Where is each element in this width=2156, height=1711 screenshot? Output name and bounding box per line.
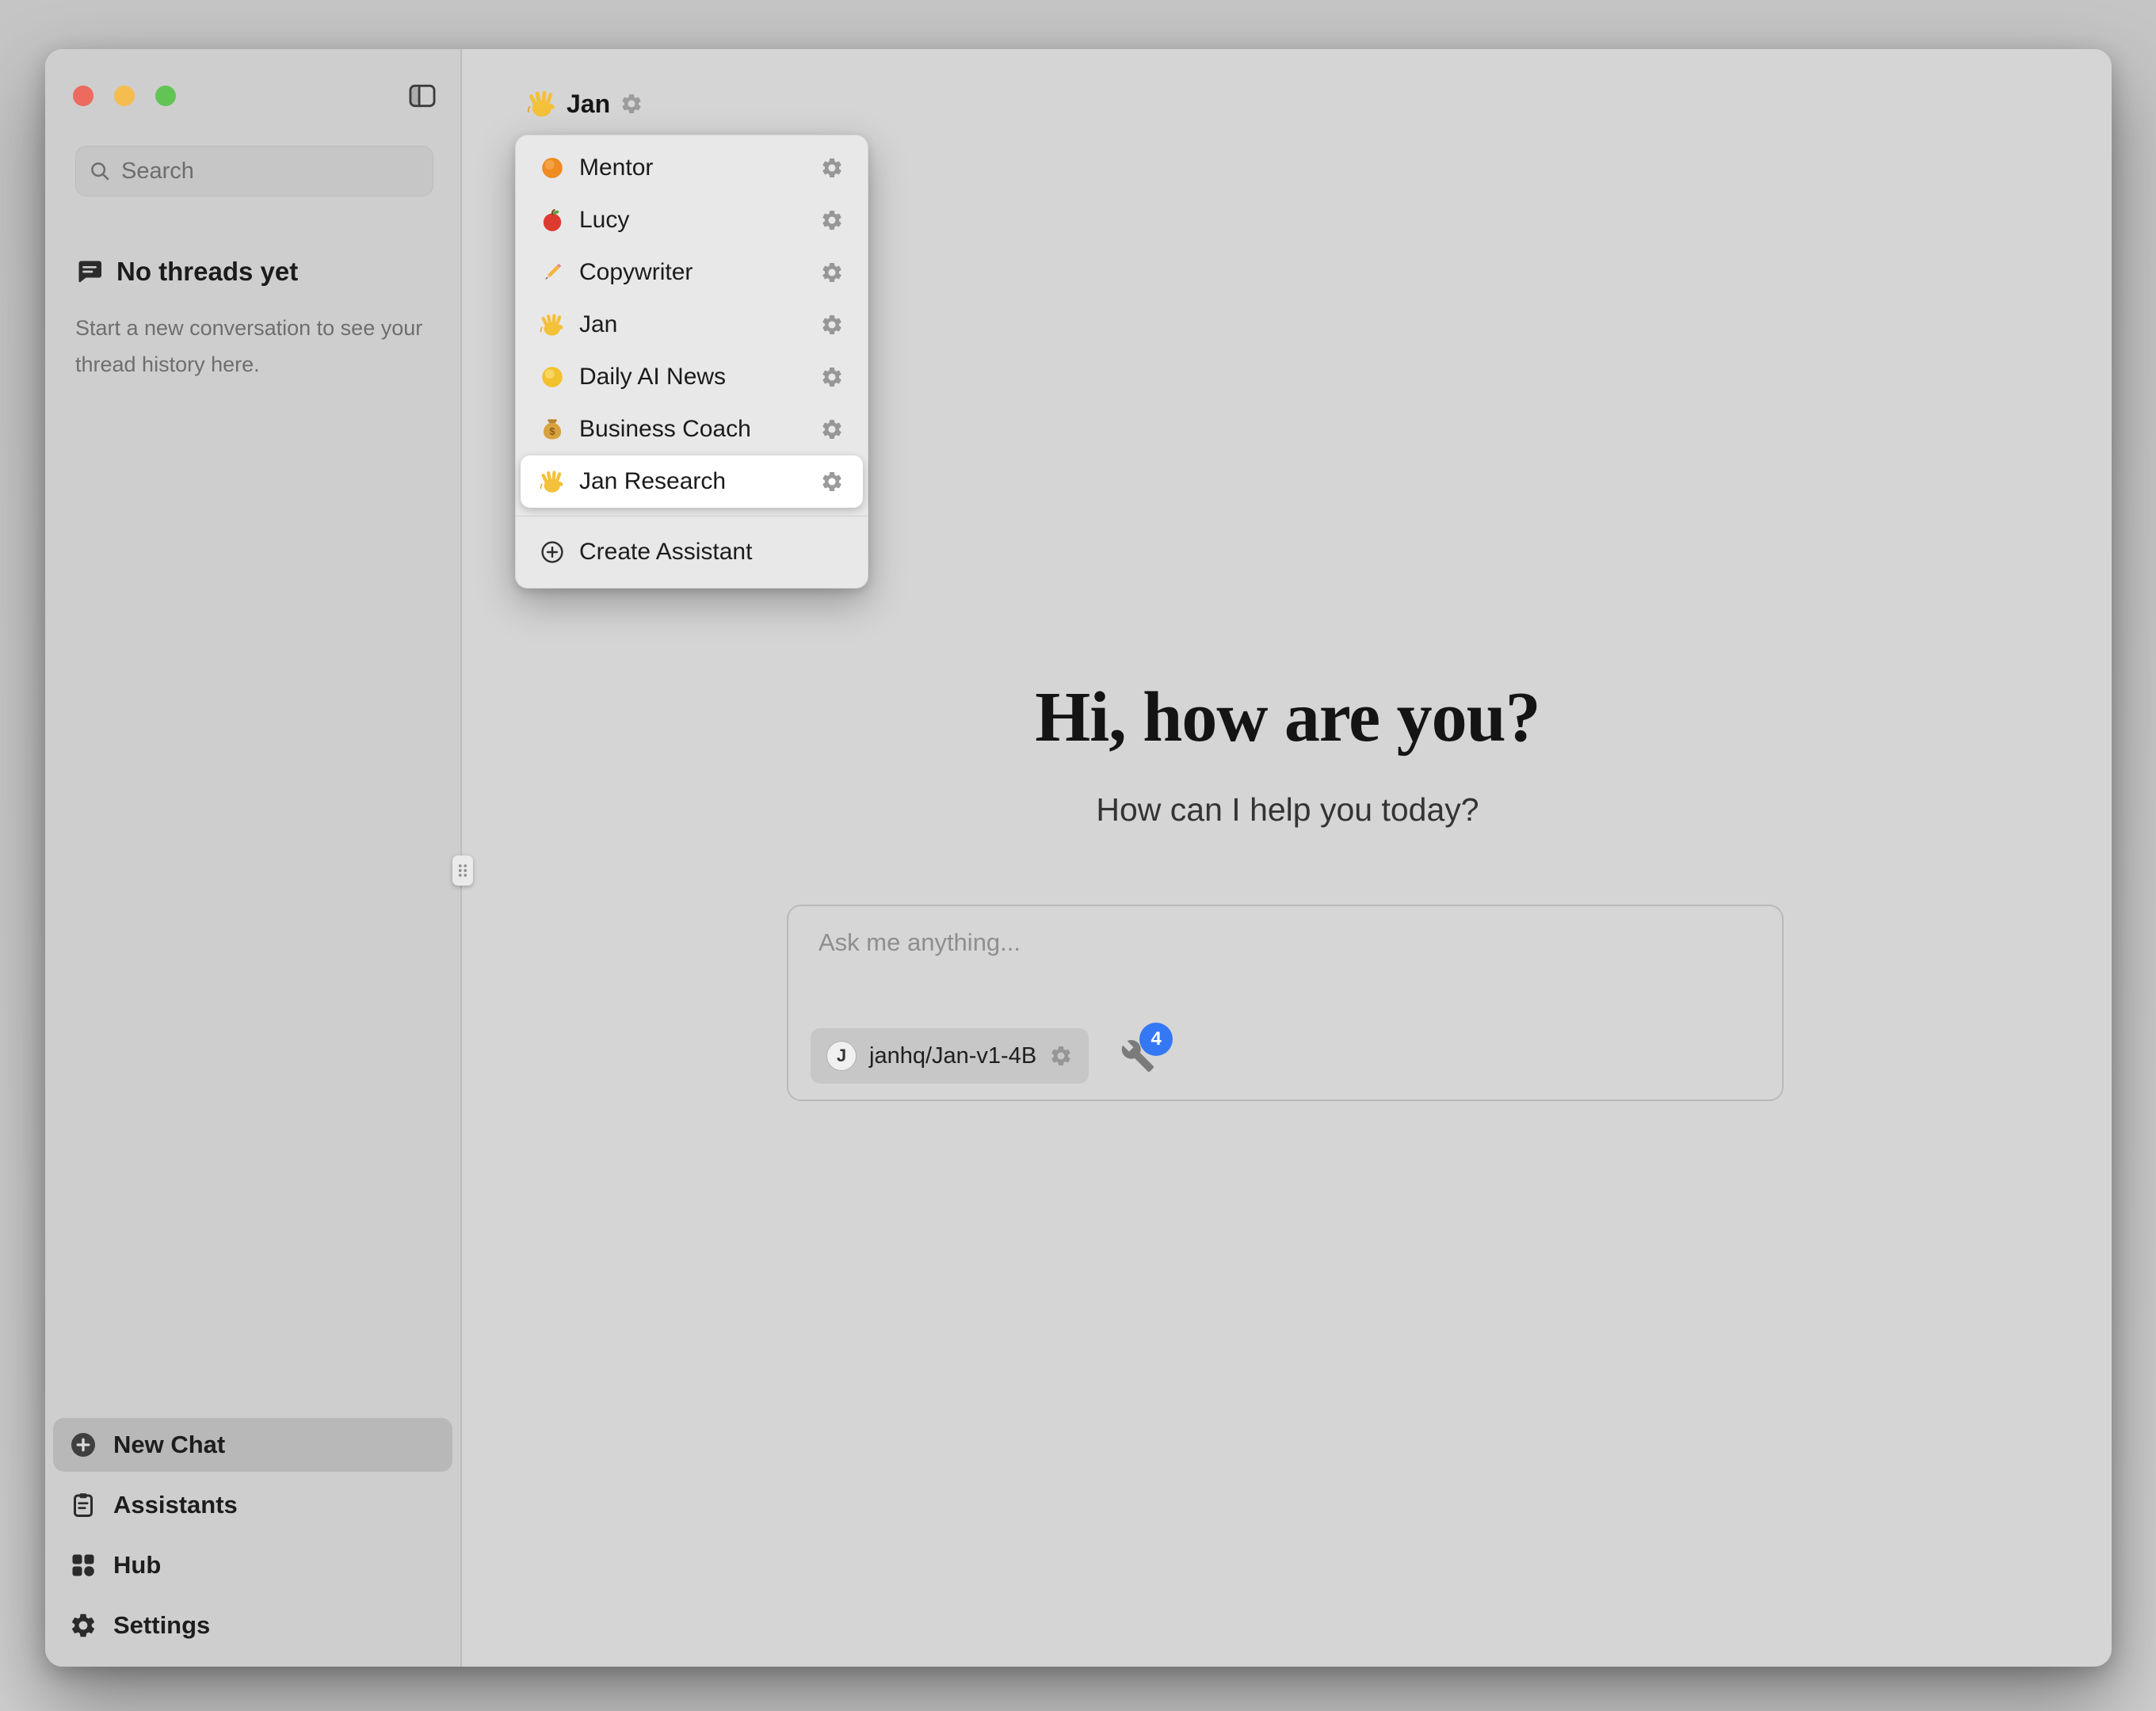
assistant-menu: Mentor Lucy Copywriter Jan Daily AI News $ Bus… [515, 135, 868, 589]
wave-hand-icon [527, 89, 557, 119]
assistant-menu-item[interactable]: Daily AI News [521, 351, 863, 403]
sidebar-resize-handle[interactable] [452, 856, 473, 886]
traffic-lights [73, 86, 176, 106]
gear-icon[interactable] [820, 470, 844, 493]
sidebar-item-new-chat[interactable]: New Chat [53, 1418, 452, 1472]
assistant-menu-item-label: Business Coach [579, 416, 806, 443]
model-selector[interactable]: J janhq/Jan-v1-4B [811, 1028, 1089, 1084]
sidebar-item-assistants[interactable]: Assistants [53, 1478, 452, 1532]
assistant-selector[interactable]: Jan [519, 81, 651, 127]
assistant-menu-item-label: Mentor [579, 154, 806, 181]
gear-icon[interactable] [820, 417, 844, 441]
gear-icon[interactable] [820, 313, 844, 337]
model-name: janhq/Jan-v1-4B [869, 1043, 1036, 1069]
sidebar: No threads yet Start a new conversation … [45, 49, 462, 1667]
gear-icon[interactable] [820, 208, 844, 232]
yellow-circle-icon [540, 364, 565, 390]
assistant-menu-item[interactable]: Copywriter [521, 246, 863, 299]
greeting-subtitle: How can I help you today? [464, 791, 2112, 829]
assistant-menu-item[interactable]: Lucy [521, 194, 863, 246]
empty-state-header: No threads yet [75, 257, 298, 287]
sidebar-item-label: Hub [113, 1551, 161, 1580]
assistant-menu-item-label: Lucy [579, 207, 806, 234]
message-composer[interactable]: J janhq/Jan-v1-4B 4 [787, 905, 1784, 1101]
sidebar-nav: New Chat Assistants Hub Settings [53, 1418, 452, 1652]
chat-bubble-icon [75, 257, 104, 286]
sidebar-item-settings[interactable]: Settings [53, 1599, 452, 1652]
assistant-menu-item[interactable]: Mentor [521, 142, 863, 194]
gear-icon[interactable] [820, 156, 844, 180]
model-settings-gear-icon[interactable] [1049, 1044, 1073, 1068]
plus-circle-icon [540, 539, 565, 565]
sidebar-item-label: Settings [113, 1611, 210, 1640]
gear-icon[interactable] [620, 92, 643, 116]
pencil-icon [540, 260, 565, 285]
minimize-button[interactable] [114, 86, 135, 106]
assistant-menu-item-label: Jan [579, 311, 806, 338]
assistant-menu-list: Mentor Lucy Copywriter Jan Daily AI News $ Bus… [516, 142, 868, 508]
prompt-input[interactable] [819, 928, 1753, 957]
composer-toolbar: J janhq/Jan-v1-4B 4 [811, 1028, 1155, 1084]
empty-state-description: Start a new conversation to see your thr… [75, 311, 424, 383]
sidebar-toggle-icon[interactable] [406, 81, 438, 111]
model-avatar: J [826, 1041, 857, 1071]
assistant-menu-item[interactable]: Jan Research [521, 455, 863, 508]
orange-circle-icon [540, 155, 565, 181]
search-icon [88, 159, 112, 183]
assistants-icon [69, 1491, 97, 1519]
create-assistant-label: Create Assistant [579, 539, 752, 566]
hub-icon [69, 1551, 97, 1580]
main-area: Jan Mentor Lucy Copywriter Jan Daily AI News… [464, 49, 2112, 1667]
assistant-menu-item-label: Jan Research [579, 468, 806, 495]
money-bag-icon: $ [540, 417, 565, 442]
gear-icon[interactable] [820, 261, 844, 284]
empty-state-title: No threads yet [116, 257, 298, 287]
greeting-title: Hi, how are you? [464, 676, 2112, 758]
sidebar-item-hub[interactable]: Hub [53, 1538, 452, 1592]
gear-icon[interactable] [820, 365, 844, 389]
plus-circle-filled-icon [69, 1431, 97, 1459]
close-button[interactable] [73, 86, 93, 106]
apple-icon [540, 208, 565, 233]
assistant-menu-item[interactable]: Jan [521, 299, 863, 351]
wave-hand-icon [540, 469, 565, 494]
greeting-block: Hi, how are you? How can I help you toda… [464, 676, 2112, 829]
search-input[interactable] [121, 158, 421, 185]
maximize-button[interactable] [155, 86, 176, 106]
tools-count-badge: 4 [1139, 1023, 1173, 1056]
assistant-menu-item[interactable]: $ Business Coach [521, 403, 863, 455]
assistant-name: Jan [567, 90, 610, 119]
create-assistant-button[interactable]: Create Assistant [521, 524, 863, 580]
wave-hand-icon [540, 312, 565, 337]
sidebar-item-label: New Chat [113, 1431, 225, 1459]
assistant-menu-item-label: Daily AI News [579, 364, 806, 391]
gear-dark-icon [69, 1611, 97, 1640]
search-bar[interactable] [75, 146, 433, 196]
app-window: No threads yet Start a new conversation … [45, 49, 2112, 1667]
sidebar-item-label: Assistants [113, 1491, 238, 1519]
tools-button[interactable]: 4 [1120, 1038, 1155, 1073]
assistant-menu-item-label: Copywriter [579, 259, 806, 286]
svg-text:$: $ [549, 426, 555, 437]
